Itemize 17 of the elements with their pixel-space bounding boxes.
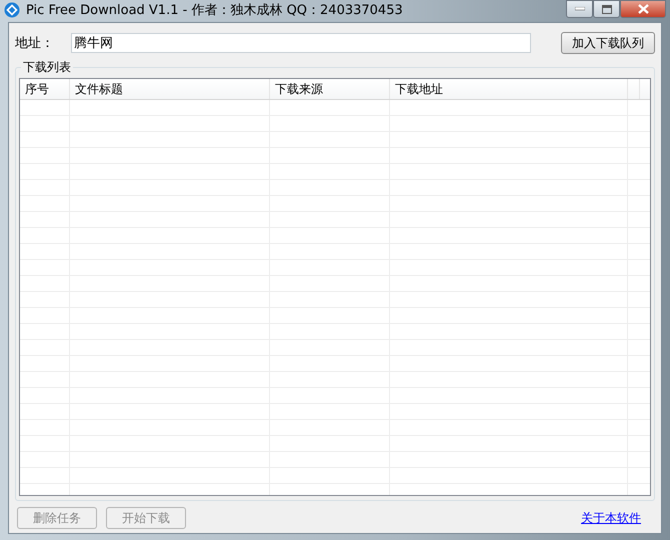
add-queue-button[interactable]: 加入下载队列 (561, 32, 655, 54)
minimize-button[interactable] (566, 0, 593, 18)
column-header[interactable]: 序号 (20, 79, 70, 99)
maximize-button[interactable] (593, 0, 620, 18)
address-label: 地址： (15, 35, 55, 52)
maximize-icon (602, 4, 612, 14)
app-icon (4, 2, 20, 18)
column-header[interactable]: 文件标题 (70, 79, 270, 99)
column-header[interactable]: 下载地址 (390, 79, 628, 99)
close-button[interactable] (620, 0, 666, 18)
minimize-icon (574, 7, 584, 11)
column-header[interactable]: 下载来源 (270, 79, 390, 99)
group-title: 下载列表 (22, 59, 72, 76)
close-icon (638, 4, 648, 14)
address-field[interactable]: 腾牛网 (71, 33, 531, 53)
about-link[interactable]: 关于本软件 (581, 510, 641, 526)
window-title: Pic Free Download V1.1 - 作者：独木成林 QQ：2403370453 (26, 2, 403, 19)
